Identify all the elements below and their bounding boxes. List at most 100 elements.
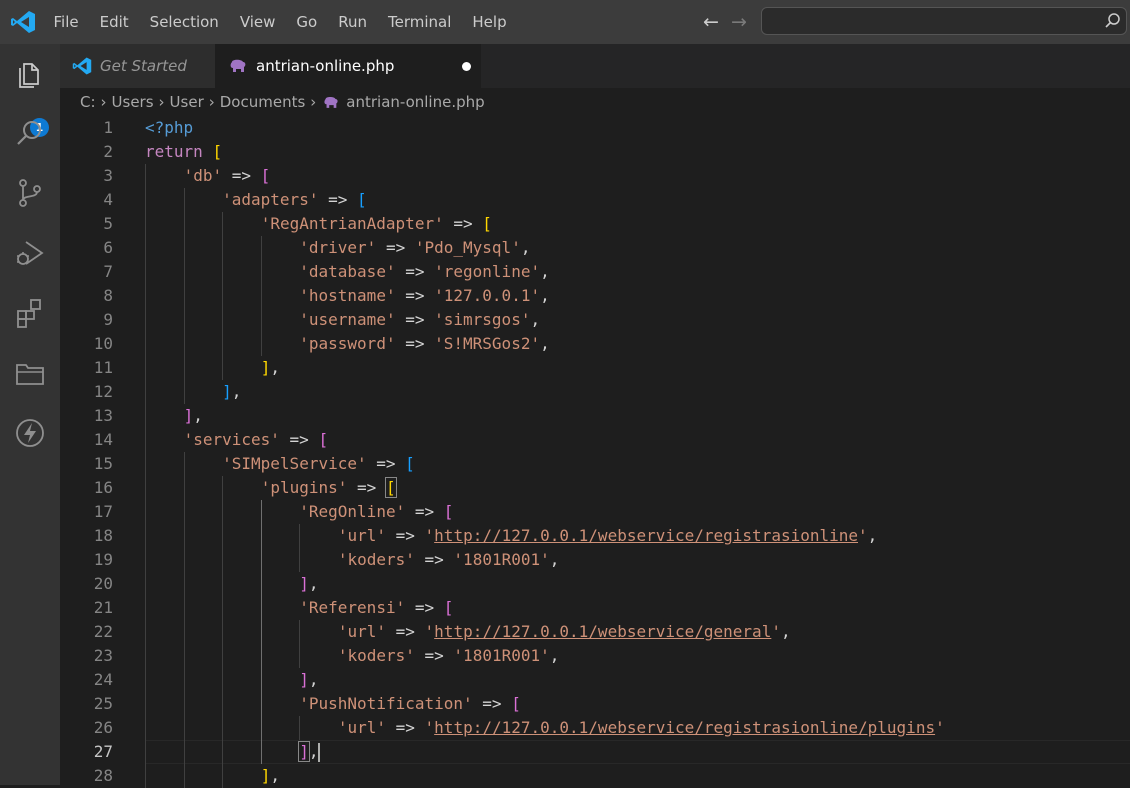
remote-explorer-icon[interactable] xyxy=(14,357,46,389)
code-line: 'koders' => '1801R001', xyxy=(337,550,560,569)
line-number: 6 xyxy=(103,238,113,257)
code-line: 'url' => 'http://127.0.0.1/webservice/re… xyxy=(337,718,945,737)
back-arrow-icon[interactable]: ← xyxy=(703,11,719,33)
code-line: 'SIMpelService' => [ xyxy=(222,454,415,473)
code-line: return [ xyxy=(145,142,223,161)
activity-bar: 1 xyxy=(0,44,60,785)
menu-item-help[interactable]: Help xyxy=(462,13,517,31)
line-number: 16 xyxy=(93,478,113,497)
php-elephant-icon xyxy=(230,59,246,72)
code-line: 'url' => 'http://127.0.0.1/webservice/ge… xyxy=(337,622,791,641)
code-line: 'hostname' => '127.0.0.1', xyxy=(299,286,550,305)
line-number: 5 xyxy=(103,214,113,233)
code-line: 'database' => 'regonline', xyxy=(299,262,550,281)
chevron-right-icon: › xyxy=(100,93,107,111)
line-number: 8 xyxy=(103,286,113,305)
menu-item-view[interactable]: View xyxy=(229,13,286,31)
code-editor[interactable]: 1 <?php 2 return [ 3 'db' => [ 4 'adapters' =… xyxy=(60,116,1130,788)
tab-label: Get Started xyxy=(100,57,187,75)
line-number: 28 xyxy=(93,766,113,785)
code-line: 'driver' => 'Pdo_Mysql', xyxy=(299,238,531,257)
code-line: 'Referensi' => [ xyxy=(299,598,454,617)
code-line: <?php xyxy=(145,118,194,137)
tab-label: antrian-online.php xyxy=(256,57,395,75)
line-number: 2 xyxy=(103,142,113,161)
line-number: 26 xyxy=(93,718,113,737)
code-line: ], xyxy=(260,358,280,377)
text-cursor xyxy=(318,743,321,762)
line-number: 9 xyxy=(103,310,113,329)
search-icon[interactable] xyxy=(14,117,46,149)
line-number: 3 xyxy=(103,166,113,185)
line-number: 21 xyxy=(93,598,113,617)
tab-bar: Get Started antrian-online.php xyxy=(60,44,1130,88)
code-line: ], xyxy=(299,574,319,593)
tab-get-started[interactable]: Get Started xyxy=(60,44,215,88)
line-number: 15 xyxy=(93,454,113,473)
code-line: ], xyxy=(260,766,280,785)
files-icon[interactable] xyxy=(14,58,46,90)
code-line: ], xyxy=(183,406,203,425)
breadcrumb-item[interactable]: C: xyxy=(80,93,96,111)
code-line: ], xyxy=(222,382,242,401)
chevron-right-icon: › xyxy=(208,93,215,111)
line-number: 25 xyxy=(93,694,113,713)
breadcrumb-item[interactable]: Documents xyxy=(220,93,306,111)
breadcrumb-item[interactable]: antrian-online.php xyxy=(346,93,484,111)
line-number: 27 xyxy=(93,742,113,761)
forward-arrow-icon[interactable]: → xyxy=(731,11,747,33)
menu-item-file[interactable]: File xyxy=(43,13,89,31)
menu-item-selection[interactable]: Selection xyxy=(139,13,229,31)
line-number: 18 xyxy=(93,526,113,545)
menu-item-edit[interactable]: Edit xyxy=(89,13,139,31)
source-control-icon[interactable] xyxy=(14,177,46,209)
line-number: 22 xyxy=(93,622,113,641)
code-line: 'adapters' => [ xyxy=(222,190,367,209)
line-number: 4 xyxy=(103,190,113,209)
line-number: 17 xyxy=(93,502,113,521)
code-line: 'plugins' => [ xyxy=(260,477,397,498)
line-number: 19 xyxy=(93,550,113,569)
line-number: 24 xyxy=(93,670,113,689)
tab-antrian-online-php[interactable]: antrian-online.php xyxy=(215,44,481,88)
menu-item-run[interactable]: Run xyxy=(328,13,378,31)
unsaved-dot-icon[interactable] xyxy=(462,62,471,71)
code-line: 'username' => 'simrsgos', xyxy=(299,310,541,329)
code-line: 'password' => 'S!MRSGos2', xyxy=(299,334,550,353)
breadcrumb-item[interactable]: User xyxy=(170,93,204,111)
vscode-logo-icon xyxy=(72,57,92,75)
menu-item-go[interactable]: Go xyxy=(286,13,328,31)
command-center-search[interactable] xyxy=(761,7,1127,35)
code-line: 'koders' => '1801R001', xyxy=(337,646,560,665)
title-bar: File Edit Selection View Go Run Terminal Help ←… xyxy=(0,0,1130,44)
php-elephant-icon xyxy=(324,96,338,108)
line-number: 10 xyxy=(93,334,113,353)
code-line: 'db' => [ xyxy=(183,166,271,185)
menu-bar: File Edit Selection View Go Run Terminal Help xyxy=(43,0,517,44)
run-debug-icon[interactable] xyxy=(14,237,46,269)
line-number: 23 xyxy=(93,646,113,665)
extensions-icon[interactable] xyxy=(14,297,46,329)
code-line: 'PushNotification' => [ xyxy=(299,694,521,713)
code-line: 'url' => 'http://127.0.0.1/webservice/re… xyxy=(337,526,878,545)
line-number: 7 xyxy=(103,262,113,281)
menu-item-terminal[interactable]: Terminal xyxy=(378,13,462,31)
chevron-right-icon: › xyxy=(310,93,317,111)
line-number: 1 xyxy=(103,118,113,137)
code-line: ], xyxy=(299,670,319,689)
line-number: 14 xyxy=(93,430,113,449)
chevron-right-icon: › xyxy=(158,93,165,111)
vscode-logo-icon[interactable] xyxy=(10,10,36,34)
breadcrumb-item[interactable]: Users xyxy=(112,93,154,111)
breadcrumb: C: › Users › User › Documents › antrian-… xyxy=(80,88,485,116)
line-number: 12 xyxy=(93,382,113,401)
line-number: 13 xyxy=(93,406,113,425)
line-number: 20 xyxy=(93,574,113,593)
code-line: 'RegOnline' => [ xyxy=(299,502,454,521)
code-line: 'services' => [ xyxy=(183,430,329,449)
code-line: ], xyxy=(298,741,319,762)
search-icon xyxy=(1105,13,1120,28)
line-number: 11 xyxy=(93,358,113,377)
code-line: 'RegAntrianAdapter' => [ xyxy=(260,214,492,233)
lightning-icon[interactable] xyxy=(14,417,46,449)
